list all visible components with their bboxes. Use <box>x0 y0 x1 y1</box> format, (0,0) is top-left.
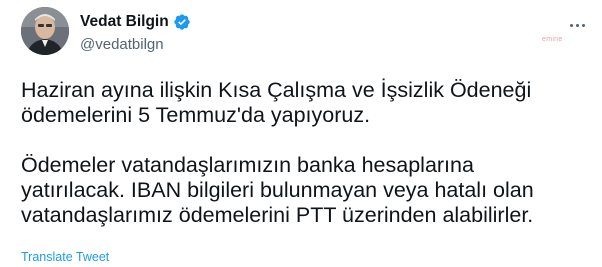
avatar[interactable] <box>21 7 69 55</box>
watermark: emine <box>542 36 563 43</box>
tweet-line: Haziran ayına ilişkin Kısa Çalışma ve İş… <box>21 78 532 102</box>
tweet-line: Ödemeler vatandaşlarımızın banka hesapla… <box>21 153 474 177</box>
translate-tweet-link[interactable]: Translate Tweet <box>21 249 109 265</box>
tweet-text: Haziran ayına ilişkin Kısa Çalışma ve İş… <box>21 78 596 228</box>
tweet-line: yatırılacak. IBAN bilgileri bulunmayan v… <box>21 178 534 202</box>
name-row: Vedat Bilgin <box>80 12 191 32</box>
display-name[interactable]: Vedat Bilgin <box>80 12 169 32</box>
handle[interactable]: @vedatbilgn <box>80 35 191 55</box>
author-info: Vedat Bilgin @vedatbilgn <box>80 12 191 55</box>
avatar-photo-icon <box>21 7 69 55</box>
tweet-line: ödemelerini 5 Temmuz'da yapıyoruz. <box>21 103 371 127</box>
verified-badge-icon <box>173 13 191 31</box>
more-options-icon[interactable] <box>563 14 591 36</box>
tweet-line: vatandaşlarımız ödemelerini PTT üzerinde… <box>21 203 534 227</box>
tweet-card: Vedat Bilgin @vedatbilgn emine Haziran a… <box>0 0 602 267</box>
